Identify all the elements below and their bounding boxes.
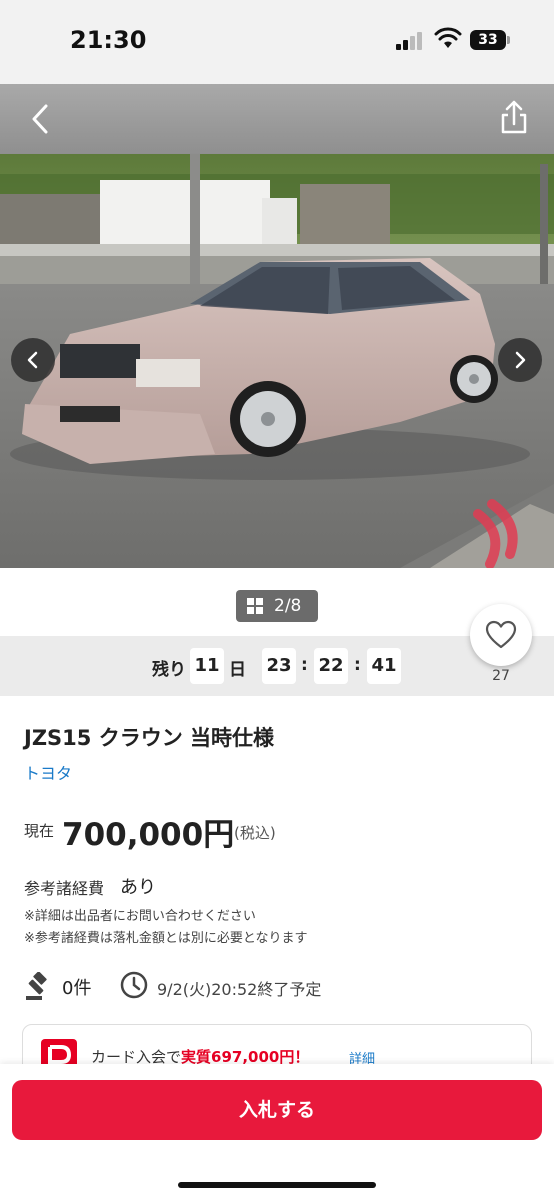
countdown-minutes: 22 xyxy=(314,648,348,684)
grid-icon xyxy=(247,598,263,614)
car-photo xyxy=(0,154,554,568)
chevron-right-icon xyxy=(515,351,526,369)
bid-button[interactable]: 入札する xyxy=(12,1080,542,1140)
battery-icon: 33 xyxy=(470,30,506,50)
heart-icon xyxy=(485,620,517,649)
share-icon xyxy=(501,100,527,134)
price-label: 現在 xyxy=(24,822,55,840)
header-bar xyxy=(0,84,554,154)
countdown-days-unit: 日 xyxy=(229,660,246,680)
status-time: 21:30 xyxy=(70,26,147,54)
gallery-button[interactable]: 2/8 xyxy=(236,590,318,622)
back-button[interactable] xyxy=(22,94,62,144)
signal-icon xyxy=(396,30,426,50)
listing-photo[interactable] xyxy=(0,154,554,568)
countdown-hours: 23 xyxy=(262,648,296,684)
countdown-separator: : xyxy=(354,655,361,675)
countdown-seconds: 41 xyxy=(367,648,401,684)
countdown-label: 残り xyxy=(152,660,186,680)
favorite-count: 27 xyxy=(492,668,510,684)
current-price: 700,000円 xyxy=(62,817,235,853)
price-tax-note: (税込) xyxy=(234,824,276,842)
battery-tip xyxy=(507,36,510,44)
prev-photo-button[interactable] xyxy=(11,338,55,382)
share-button[interactable] xyxy=(494,92,534,142)
countdown-days: 11 xyxy=(190,648,224,684)
fee-value: あり xyxy=(120,877,156,898)
auction-meta: 0件 9/2(火)20:52終了予定 xyxy=(24,968,544,1004)
favorite-button[interactable] xyxy=(470,604,532,666)
chevron-left-icon xyxy=(27,351,38,369)
next-photo-button[interactable] xyxy=(498,338,542,382)
gallery-counter: 2/8 xyxy=(274,596,302,616)
clock-icon xyxy=(120,971,148,999)
brand-link[interactable]: トヨタ xyxy=(24,760,72,784)
wifi-icon xyxy=(434,27,462,48)
bottom-action-bar: 入札する xyxy=(0,1064,554,1200)
listing-title: JZS15 クラウン 当時仕様 xyxy=(24,726,275,750)
fee-label: 参考諸経費 xyxy=(24,879,105,898)
note-line: ※参考諸経費は落札金額とは別に必要となります xyxy=(24,931,308,946)
countdown-separator: : xyxy=(301,655,308,675)
bid-count: 0件 xyxy=(62,978,92,999)
gavel-icon xyxy=(26,972,47,1000)
status-bar: 21:30 33 xyxy=(0,0,554,84)
home-indicator xyxy=(178,1182,376,1188)
note-line: ※詳細は出品者にお問い合わせください xyxy=(24,909,256,924)
back-icon xyxy=(32,104,48,134)
end-time: 9/2(火)20:52終了予定 xyxy=(157,980,322,999)
